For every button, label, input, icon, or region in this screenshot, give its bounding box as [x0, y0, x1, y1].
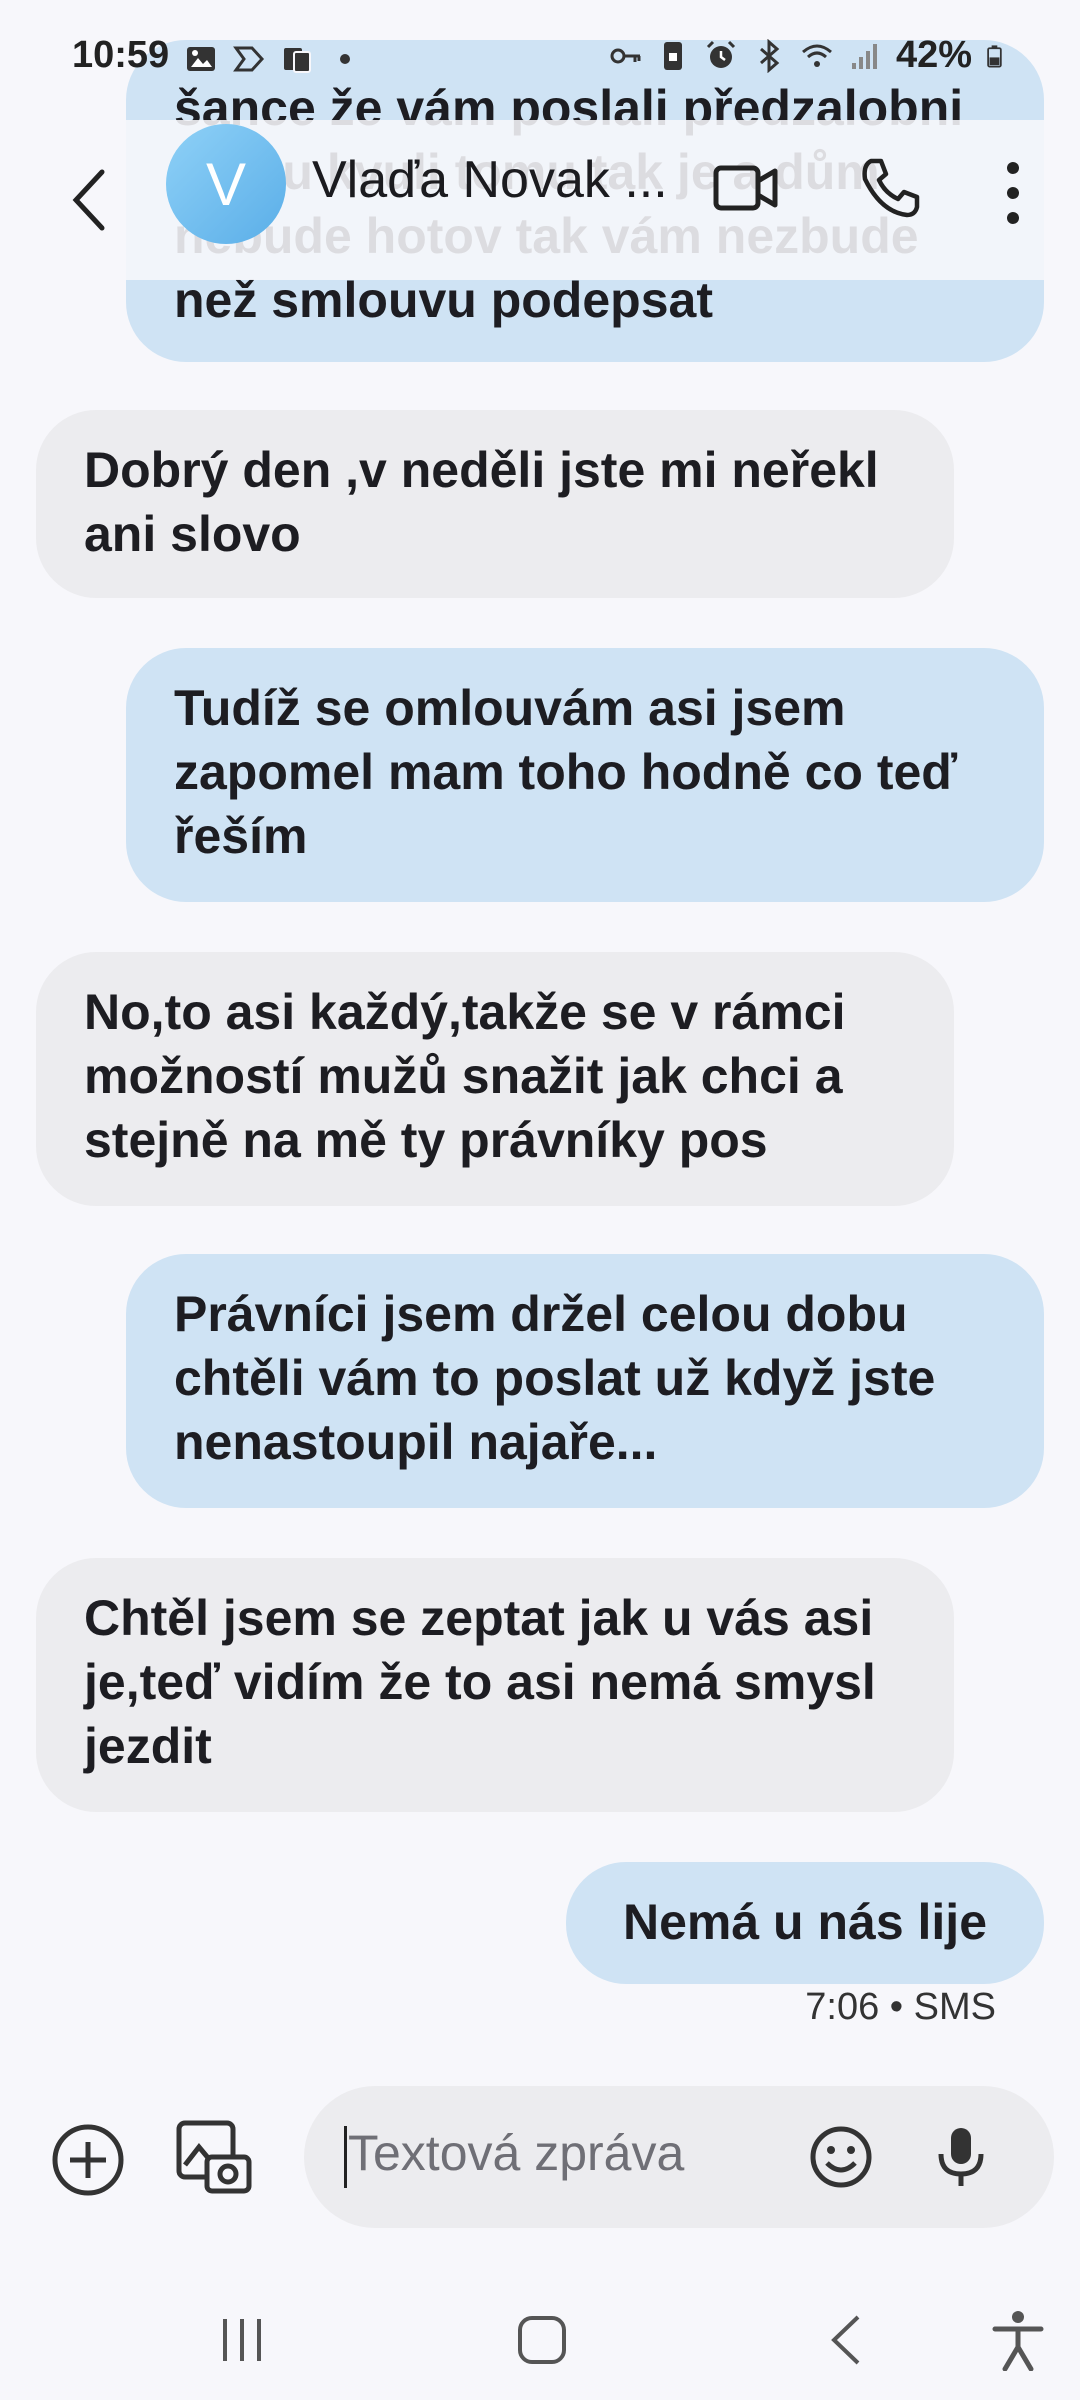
- microphone-icon: [938, 2128, 984, 2186]
- message-input[interactable]: Textová zpráva: [304, 2086, 1054, 2228]
- nav-back-icon: [831, 2315, 860, 2365]
- message-bubble-incoming[interactable]: Chtěl jsem se zeptat jak u vás asi je,te…: [36, 1558, 954, 1812]
- gallery-camera-icon: [176, 2120, 252, 2194]
- recent-apps-button[interactable]: [202, 2300, 282, 2380]
- more-vertical-icon: [1007, 162, 1019, 224]
- message-text: Právníci jsem držel celou dobu chtěli vá…: [174, 1286, 936, 1470]
- signal-icon: [851, 43, 877, 69]
- contact-name[interactable]: Vlaďa Novak ...: [312, 150, 668, 210]
- battery-percentage: 42%: [895, 34, 972, 76]
- gallery-camera-button[interactable]: [168, 2112, 258, 2202]
- phone-icon: [862, 158, 920, 218]
- back-button[interactable]: [50, 150, 130, 250]
- wifi-icon: [801, 44, 832, 67]
- message-text: Dobrý den ,v neděli jste mi neřekl ani s…: [84, 442, 879, 562]
- alarm-icon: [706, 40, 735, 68]
- bluetooth-icon: [759, 38, 780, 73]
- more-notifications-dot-icon: [340, 54, 350, 64]
- device-notification-icon: [284, 48, 311, 73]
- message-text: Nemá u nás lije: [622, 1894, 988, 1950]
- emoji-button[interactable]: [804, 2120, 878, 2194]
- notification-icons: [184, 42, 362, 76]
- message-bubble-outgoing[interactable]: Nemá u nás lije: [566, 1862, 1044, 1984]
- home-button[interactable]: [502, 2300, 582, 2380]
- accessibility-icon: [992, 2311, 1044, 2371]
- message-timestamp: 7:06 • SMS: [805, 1986, 996, 2028]
- vpn-key-icon: [610, 48, 641, 63]
- voice-call-button[interactable]: [850, 148, 930, 228]
- gallery-notification-icon: [187, 47, 215, 71]
- message-text: No,to asi každý,takže se v rámci možnost…: [84, 984, 846, 1168]
- video-call-button[interactable]: [706, 148, 786, 228]
- more-options-button[interactable]: [990, 148, 1036, 238]
- emoji-icon: [810, 2126, 872, 2188]
- add-attachment-button[interactable]: [46, 2118, 130, 2202]
- message-list[interactable]: šance že vám poslali předzalobni výzvu k…: [0, 0, 1080, 2060]
- conversation-header: V Vlaďa Novak ...: [0, 120, 1080, 280]
- avatar[interactable]: V: [166, 124, 286, 244]
- message-input-placeholder: Textová zpráva: [348, 2125, 685, 2181]
- message-bubble-incoming[interactable]: No,to asi každý,takže se v rámci možnost…: [36, 952, 954, 1206]
- home-icon: [518, 2316, 566, 2364]
- message-bubble-outgoing[interactable]: Tudíž se omlouvám asi jsem zapomel mam t…: [126, 648, 1044, 902]
- nav-back-button[interactable]: [806, 2300, 886, 2380]
- message-text: Chtěl jsem se zeptat jak u vás asi je,te…: [84, 1590, 876, 1774]
- chevron-left-icon: [72, 169, 105, 231]
- plus-circle-icon: [52, 2124, 124, 2196]
- app-notification-icon: [233, 46, 265, 72]
- text-cursor: [344, 2126, 347, 2188]
- message-text: Tudíž se omlouvám asi jsem zapomel mam t…: [174, 680, 958, 864]
- battery-icon: [987, 44, 1002, 67]
- status-bar: 10:59 42%: [0, 0, 1080, 120]
- video-camera-icon: [713, 165, 778, 211]
- phone-lock-icon: [663, 41, 682, 70]
- system-icons: 42%: [608, 34, 1010, 77]
- accessibility-button[interactable]: [978, 2300, 1058, 2380]
- message-bubble-outgoing[interactable]: Právníci jsem držel celou dobu chtěli vá…: [126, 1254, 1044, 1508]
- recent-apps-icon: [223, 2319, 261, 2361]
- status-time: 10:59: [72, 34, 170, 76]
- voice-input-button[interactable]: [924, 2120, 998, 2194]
- system-navigation-bar: [0, 2270, 1080, 2400]
- message-bubble-incoming[interactable]: Dobrý den ,v neděli jste mi neřekl ani s…: [36, 410, 954, 598]
